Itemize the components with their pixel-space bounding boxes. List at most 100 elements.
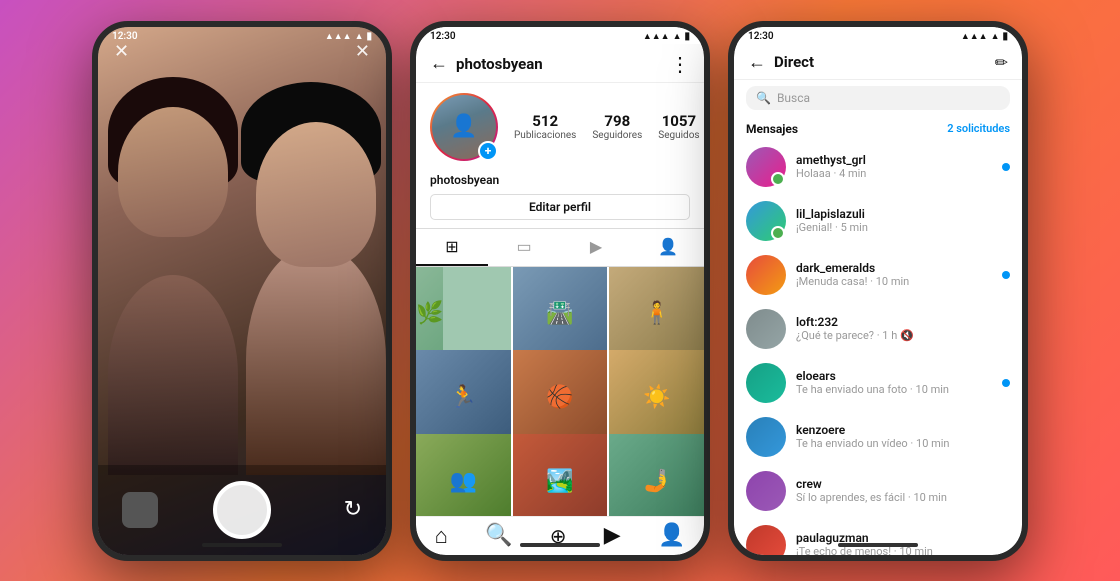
profile-avatar-wrap: 👤 +: [430, 93, 498, 161]
battery-icon-2: ▮: [684, 31, 690, 42]
search-icon: 🔍: [756, 91, 771, 105]
dm-name: eloears: [796, 369, 992, 383]
dm-name: dark_emeralds: [796, 261, 992, 275]
flip-camera-button[interactable]: ↻: [344, 497, 362, 522]
list-item[interactable]: kenzoere Te ha enviado un vídeo · 10 min: [734, 410, 1022, 464]
stat-followers: 798 Seguidores: [592, 112, 642, 141]
status-time-2: 12:30: [430, 31, 456, 42]
bottom-nav: ⌂ 🔍 ⊕ ▶ 👤: [416, 516, 704, 555]
compose-button[interactable]: ✏: [995, 53, 1008, 72]
photo-4[interactable]: 🏃: [416, 350, 511, 445]
nav-reels[interactable]: ▶: [604, 523, 621, 548]
dm-info-loft: loft:232 ¿Qué te parece? · 1 h 🔇: [796, 315, 1010, 342]
tab-reels[interactable]: ▭: [488, 229, 560, 266]
wifi-icon-3: ▲: [991, 31, 1000, 42]
shutter-button[interactable]: [213, 481, 271, 539]
dm-name: lil_lapislazuli: [796, 207, 1010, 221]
status-icons-2: ▲▲▲ ▲ ▮: [643, 31, 690, 42]
dm-info-kenzoere: kenzoere Te ha enviado un vídeo · 10 min: [796, 423, 1010, 450]
home-indicator-2: [520, 543, 600, 547]
dm-avatar-paulaguzman: [746, 525, 786, 555]
nav-profile[interactable]: 👤: [658, 523, 685, 548]
posts-label: Publicaciones: [514, 130, 576, 141]
photo-8[interactable]: 🏞️: [513, 434, 608, 516]
back-button-profile[interactable]: ←: [430, 53, 448, 74]
dm-name: crew: [796, 477, 1010, 491]
profile-username-header: photosbyean: [456, 55, 543, 73]
status-bar-2: 12:30 ▲▲▲ ▲ ▮: [416, 27, 704, 44]
profile-info-section: 👤 + 512 Publicaciones 798 Seguidores 105…: [416, 83, 704, 167]
direct-screen: 12:30 ▲▲▲ ▲ ▮ ← Direct ✏ 🔍 Busca: [734, 27, 1022, 555]
profile-header-left: ← photosbyean: [430, 53, 543, 74]
gallery-button[interactable]: [122, 492, 158, 528]
photo-6[interactable]: ☀️: [609, 350, 704, 445]
photo-grid: 🌿 🛣️ 🧍 🏃 🏀 ☀️ 👥 🏞️ 🤳: [416, 267, 704, 516]
dm-list: amethyst_grl Holaaa · 4 min lil_lapislaz…: [734, 140, 1022, 555]
photo-1[interactable]: 🌿: [416, 267, 511, 362]
photo-5[interactable]: 🏀: [513, 350, 608, 445]
posts-count: 512: [532, 112, 558, 130]
photo-3[interactable]: 🧍: [609, 267, 704, 362]
dm-avatar-lapislazuli: [746, 201, 786, 241]
dm-avatar-darkemerads: [746, 255, 786, 295]
nav-search[interactable]: 🔍: [485, 523, 512, 548]
direct-header-left: ← Direct: [748, 52, 814, 73]
list-item[interactable]: paulaguzman ¡Te echo de menos! · 10 min: [734, 518, 1022, 555]
search-bar[interactable]: 🔍 Busca: [746, 86, 1010, 110]
following-label: Seguidos: [658, 130, 699, 141]
flash-icon[interactable]: ✕: [114, 41, 129, 62]
nav-home[interactable]: ⌂: [435, 523, 448, 549]
dm-info-darkemerads: dark_emeralds ¡Menuda casa! · 10 min: [796, 261, 992, 288]
list-item[interactable]: eloears Te ha enviado una foto · 10 min: [734, 356, 1022, 410]
list-item[interactable]: dark_emeralds ¡Menuda casa! · 10 min: [734, 248, 1022, 302]
dm-avatar-loft: [746, 309, 786, 349]
person2-face: [256, 122, 376, 267]
direct-header: ← Direct ✏: [734, 44, 1022, 80]
dm-name: loft:232: [796, 315, 1010, 329]
solicitudes-link[interactable]: 2 solicitudes: [947, 122, 1010, 135]
dm-info-amethyst: amethyst_grl Holaaa · 4 min: [796, 153, 992, 180]
followers-label: Seguidores: [592, 130, 642, 141]
back-button-direct[interactable]: ←: [748, 52, 766, 73]
edit-profile-button[interactable]: Editar perfil: [430, 194, 690, 220]
stat-following: 1057 Seguidos: [658, 112, 699, 141]
direct-title: Direct: [774, 53, 814, 71]
person1-face: [118, 107, 228, 237]
profile-header: ← photosbyean ⋮: [416, 44, 704, 83]
dm-name: amethyst_grl: [796, 153, 992, 167]
dm-avatar-kenzoere: [746, 417, 786, 457]
camera-screen: 12:30 ▲▲▲ ▲ ▮ ✕ ✕ ↻: [98, 27, 386, 555]
phone-direct: 12:30 ▲▲▲ ▲ ▮ ← Direct ✏ 🔍 Busca: [728, 21, 1028, 561]
profile-name-row: photosbyean: [416, 167, 704, 194]
list-item[interactable]: loft:232 ¿Qué te parece? · 1 h 🔇: [734, 302, 1022, 356]
list-item[interactable]: amethyst_grl Holaaa · 4 min: [734, 140, 1022, 194]
home-indicator-3: [838, 543, 918, 547]
photo-7[interactable]: 👥: [416, 434, 511, 516]
dm-preview: ¡Genial! · 5 min: [796, 221, 1010, 234]
following-count: 1057: [662, 112, 696, 130]
camera-bottom-bar: ↻: [98, 465, 386, 555]
photo-9[interactable]: 🤳: [609, 434, 704, 516]
status-icons-3: ▲▲▲ ▲ ▮: [961, 31, 1008, 42]
status-bar-3: 12:30 ▲▲▲ ▲ ▮: [734, 27, 1022, 44]
unread-indicator: [1002, 271, 1010, 279]
dm-avatar-eloears: [746, 363, 786, 403]
list-item[interactable]: lil_lapislazuli ¡Genial! · 5 min: [734, 194, 1022, 248]
search-input[interactable]: Busca: [777, 91, 810, 105]
profile-screen: 12:30 ▲▲▲ ▲ ▮ ← photosbyean ⋮: [416, 27, 704, 555]
list-item[interactable]: crew Sí lo aprendes, es fácil · 10 min: [734, 464, 1022, 518]
dm-avatar-crew: [746, 471, 786, 511]
tab-grid[interactable]: ⊞: [416, 229, 488, 266]
add-story-button[interactable]: +: [478, 141, 498, 161]
dm-info-crew: crew Sí lo aprendes, es fácil · 10 min: [796, 477, 1010, 504]
dm-preview: ¡Menuda casa! · 10 min: [796, 275, 992, 288]
tab-tagged[interactable]: 👤: [632, 229, 704, 266]
profile-tabs: ⊞ ▭ ▶ 👤: [416, 228, 704, 267]
photo-2[interactable]: 🛣️: [513, 267, 608, 362]
tab-igtv[interactable]: ▶: [560, 229, 632, 266]
more-options-button[interactable]: ⋮: [670, 52, 690, 76]
signal-icon-2: ▲▲▲: [643, 31, 670, 42]
profile-display-name: photosbyean: [430, 173, 499, 187]
close-camera-icon[interactable]: ✕: [355, 41, 370, 62]
dm-preview: ¿Qué te parece? · 1 h 🔇: [796, 329, 1010, 342]
